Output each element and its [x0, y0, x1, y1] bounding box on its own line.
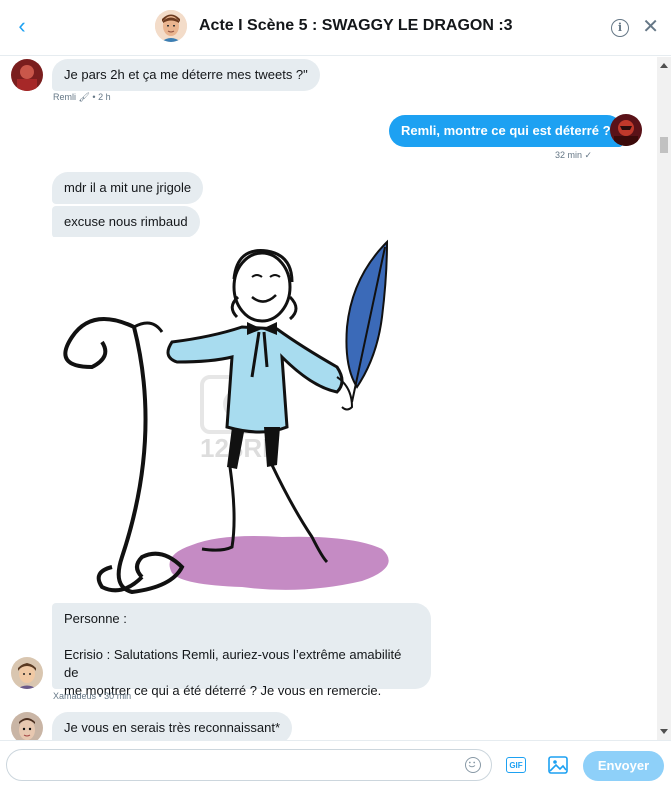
message-bubble[interactable]: Je vous en serais très reconnaissant*	[52, 712, 293, 740]
message-image[interactable]: 123RF	[52, 237, 431, 603]
message-meta: Remli 🖌 • 2 h	[53, 92, 111, 102]
scroll-up-arrow-icon[interactable]	[660, 63, 668, 68]
conversation-title: Acte I Scène 5 : SWAGGY LE DRAGON :3	[199, 17, 513, 34]
message-meta: Xamadeus • 30 min	[53, 691, 132, 701]
message-meta: 32 min ✓	[555, 150, 593, 160]
back-arrow-icon[interactable]: ‹	[10, 14, 34, 38]
message-line: Personne :	[64, 611, 127, 626]
avatar[interactable]	[11, 712, 43, 740]
gif-icon[interactable]: GIF	[506, 757, 526, 773]
message-bubble[interactable]: mdr il a mit une jrigole	[52, 172, 204, 204]
scroll-down-arrow-icon[interactable]	[660, 729, 668, 734]
message-list[interactable]: Je pars 2h et ça me déterre mes tweets ?…	[0, 57, 671, 740]
image-icon[interactable]	[548, 756, 568, 774]
close-icon[interactable]: ✕	[642, 16, 659, 38]
message-bubble[interactable]: Personne : Ecrisio : Salutations Remli, …	[52, 603, 431, 698]
avatar[interactable]	[610, 114, 642, 146]
message-input[interactable]	[6, 749, 492, 781]
message-bubble[interactable]: excuse nous rimbaud	[52, 206, 200, 238]
avatar[interactable]	[11, 657, 43, 689]
message-bubble[interactable]: Je pars 2h et ça me déterre mes tweets ?…	[52, 59, 320, 91]
poet-drawing: 123RF	[63, 239, 389, 595]
send-button[interactable]: Envoyer	[583, 751, 664, 781]
scrollbar-thumb[interactable]	[660, 137, 668, 153]
message-composer: GIF Envoyer	[0, 740, 671, 788]
message-line: Ecrisio : Salutations Remli, auriez-vous…	[64, 647, 402, 680]
conversation-header: ‹ Acte I Scène 5 : SWAGGY LE DRAGON :3 i…	[0, 0, 671, 56]
conversation-avatar[interactable]	[155, 10, 187, 42]
scrollbar[interactable]	[657, 57, 671, 740]
info-icon[interactable]: i	[611, 19, 629, 37]
avatar[interactable]	[11, 59, 43, 91]
message-bubble-sent[interactable]: Remli, montre ce qui est déterré ?	[389, 115, 623, 147]
emoji-icon[interactable]	[465, 757, 481, 773]
